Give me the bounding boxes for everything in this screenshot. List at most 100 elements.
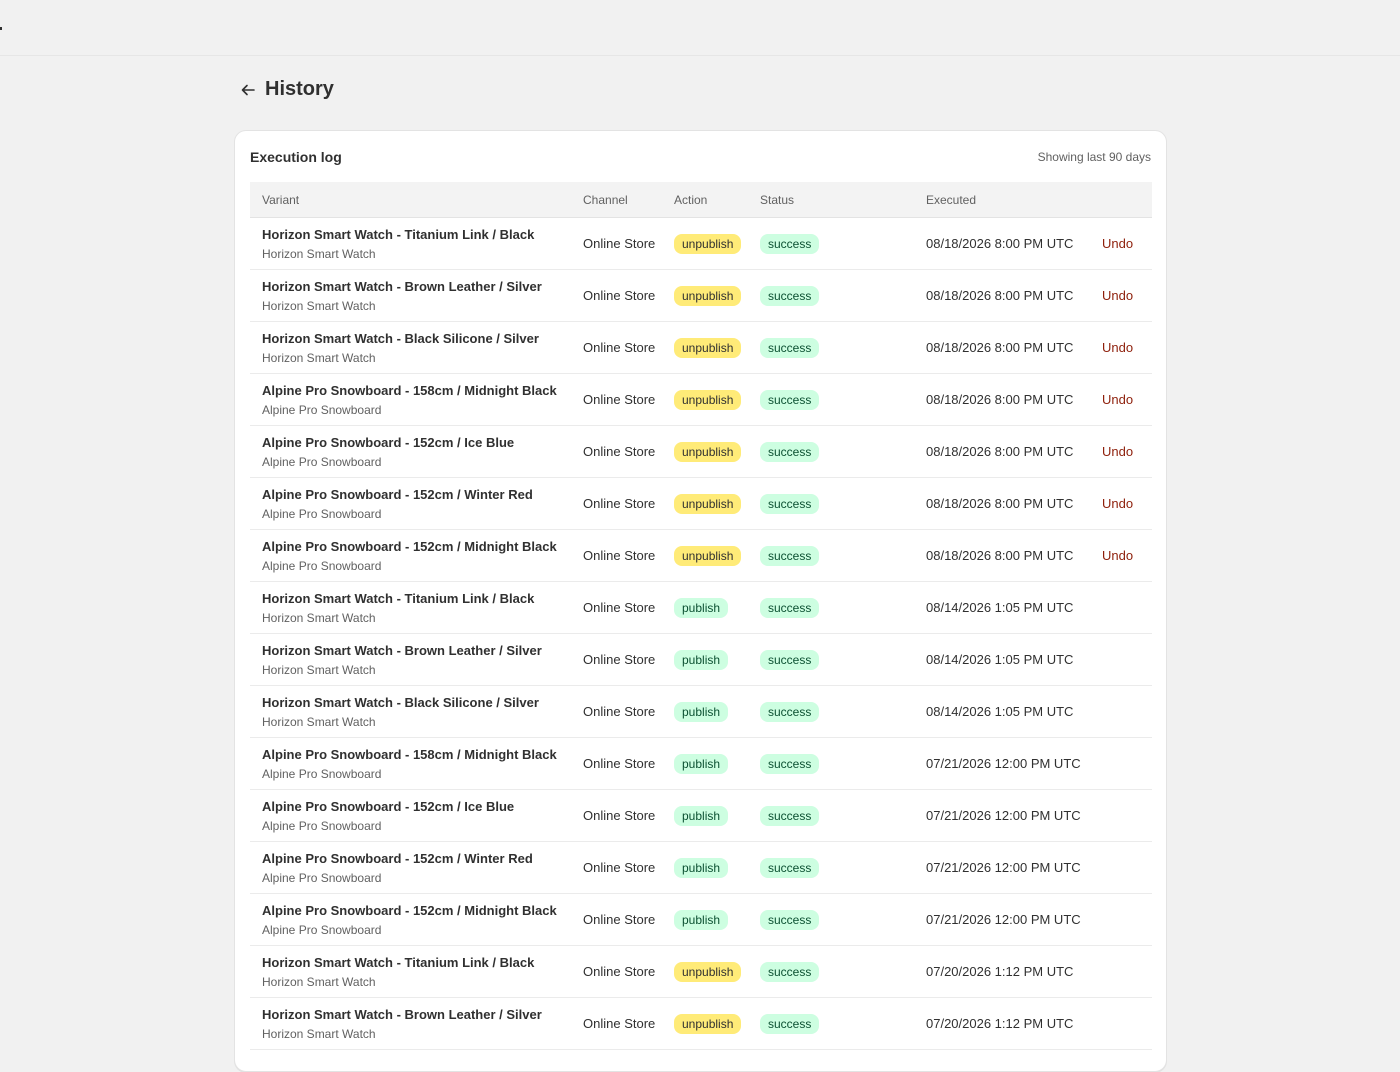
page-title: History bbox=[265, 78, 334, 100]
variant-name: Horizon Smart Watch - Titanium Link / Bl… bbox=[262, 954, 535, 970]
cell-variant: Alpine Pro Snowboard - 152cm / Winter Re… bbox=[250, 477, 583, 530]
undo-link[interactable]: Undo bbox=[1102, 496, 1133, 511]
variant-name: Horizon Smart Watch - Brown Leather / Si… bbox=[262, 1006, 542, 1022]
card-title: Execution log bbox=[250, 149, 342, 165]
cell-variant: Horizon Smart Watch - Black Silicone / S… bbox=[250, 321, 583, 374]
cell-action: publish bbox=[674, 893, 760, 946]
cell-action: unpublish bbox=[674, 217, 760, 270]
undo-link[interactable]: Undo bbox=[1102, 392, 1133, 407]
status-badge: success bbox=[760, 909, 820, 930]
variant-name: Horizon Smart Watch - Brown Leather / Si… bbox=[262, 642, 542, 658]
action-badge: publish bbox=[674, 857, 729, 878]
cell-undo: Undo bbox=[1102, 373, 1152, 426]
table-row: Horizon Smart Watch - Brown Leather / Si… bbox=[250, 633, 1152, 686]
product-name: Horizon Smart Watch bbox=[262, 246, 376, 261]
undo-link[interactable]: Undo bbox=[1102, 288, 1133, 303]
cell-status: success bbox=[760, 529, 926, 582]
cell-executed: 08/18/2026 8:00 PM UTC bbox=[926, 269, 1102, 322]
status-badge: success bbox=[760, 649, 820, 670]
cell-variant: Alpine Pro Snowboard - 152cm / Ice Blue A… bbox=[250, 425, 583, 478]
action-badge: unpublish bbox=[674, 545, 742, 566]
cell-status: success bbox=[760, 373, 926, 426]
cell-executed: 08/14/2026 1:05 PM UTC bbox=[926, 581, 1102, 634]
cell-channel: Online Store bbox=[583, 893, 674, 946]
variant-name: Alpine Pro Snowboard - 152cm / Winter Re… bbox=[262, 850, 533, 866]
variant-name: Horizon Smart Watch - Titanium Link / Bl… bbox=[262, 590, 535, 606]
cell-channel: Online Store bbox=[583, 633, 674, 686]
product-name: Alpine Pro Snowboard bbox=[262, 766, 382, 781]
cell-variant: Horizon Smart Watch - Brown Leather / Si… bbox=[250, 997, 583, 1050]
table-row: Horizon Smart Watch - Titanium Link / Bl… bbox=[250, 945, 1152, 998]
product-name: Horizon Smart Watch bbox=[262, 1026, 376, 1041]
variant-name: Horizon Smart Watch - Titanium Link / Bl… bbox=[262, 226, 535, 242]
table-row: Horizon Smart Watch - Brown Leather / Si… bbox=[250, 269, 1152, 322]
variant-name: Alpine Pro Snowboard - 152cm / Midnight … bbox=[262, 538, 557, 554]
cell-status: success bbox=[760, 425, 926, 478]
cell-executed: 07/20/2026 1:12 PM UTC bbox=[926, 997, 1102, 1050]
variant-name: Horizon Smart Watch - Black Silicone / S… bbox=[262, 694, 539, 710]
undo-link[interactable]: Undo bbox=[1102, 444, 1133, 459]
product-name: Alpine Pro Snowboard bbox=[262, 870, 382, 885]
action-badge: publish bbox=[674, 701, 729, 722]
cell-executed: 08/18/2026 8:00 PM UTC bbox=[926, 529, 1102, 582]
action-badge: unpublish bbox=[674, 441, 742, 462]
variant-name: Horizon Smart Watch - Brown Leather / Si… bbox=[262, 278, 542, 294]
cell-undo bbox=[1102, 945, 1152, 998]
cell-variant: Alpine Pro Snowboard - 158cm / Midnight … bbox=[250, 737, 583, 790]
status-badge: success bbox=[760, 857, 820, 878]
execution-log-card: Execution log Showing last 90 days Varia… bbox=[234, 130, 1167, 1072]
cell-executed: 07/20/2026 1:12 PM UTC bbox=[926, 945, 1102, 998]
cell-undo bbox=[1102, 685, 1152, 738]
cell-action: publish bbox=[674, 841, 760, 894]
product-name: Horizon Smart Watch bbox=[262, 974, 376, 989]
cell-undo bbox=[1102, 737, 1152, 790]
cell-undo: Undo bbox=[1102, 477, 1152, 530]
variant-name: Horizon Smart Watch - Black Silicone / S… bbox=[262, 330, 539, 346]
cell-status: success bbox=[760, 633, 926, 686]
product-name: Alpine Pro Snowboard bbox=[262, 506, 382, 521]
cell-variant: Alpine Pro Snowboard - 158cm / Midnight … bbox=[250, 373, 583, 426]
action-badge: unpublish bbox=[674, 493, 742, 514]
cell-channel: Online Store bbox=[583, 269, 674, 322]
cell-undo bbox=[1102, 997, 1152, 1050]
cell-channel: Online Store bbox=[583, 217, 674, 270]
action-badge: unpublish bbox=[674, 1013, 742, 1034]
status-badge: success bbox=[760, 701, 820, 722]
product-name: Alpine Pro Snowboard bbox=[262, 558, 382, 573]
cell-variant: Alpine Pro Snowboard - 152cm / Ice Blue A… bbox=[250, 789, 583, 842]
status-badge: success bbox=[760, 1013, 820, 1034]
table-row: Alpine Pro Snowboard - 152cm / Midnight … bbox=[250, 893, 1152, 946]
table-row: Horizon Smart Watch - Titanium Link / Bl… bbox=[250, 217, 1152, 270]
action-badge: publish bbox=[674, 649, 729, 670]
cell-status: success bbox=[760, 997, 926, 1050]
cell-channel: Online Store bbox=[583, 477, 674, 530]
undo-link[interactable]: Undo bbox=[1102, 236, 1133, 251]
header-status: Status bbox=[760, 182, 926, 218]
table-header-row: Variant Channel Action Status Executed bbox=[250, 182, 1152, 218]
status-badge: success bbox=[760, 233, 820, 254]
product-name: Alpine Pro Snowboard bbox=[262, 402, 382, 417]
variant-name: Alpine Pro Snowboard - 152cm / Midnight … bbox=[262, 902, 557, 918]
undo-link[interactable]: Undo bbox=[1102, 340, 1133, 355]
header-action: Action bbox=[674, 182, 760, 218]
action-badge: unpublish bbox=[674, 285, 742, 306]
top-bar bbox=[0, 0, 1400, 56]
cell-status: success bbox=[760, 269, 926, 322]
product-name: Alpine Pro Snowboard bbox=[262, 454, 382, 469]
cell-channel: Online Store bbox=[583, 737, 674, 790]
back-button[interactable] bbox=[237, 79, 259, 101]
execution-log-table: Variant Channel Action Status Executed H… bbox=[250, 182, 1152, 1050]
header-undo bbox=[1102, 182, 1152, 218]
cell-status: success bbox=[760, 945, 926, 998]
cell-undo bbox=[1102, 841, 1152, 894]
undo-link[interactable]: Undo bbox=[1102, 548, 1133, 563]
product-name: Horizon Smart Watch bbox=[262, 350, 376, 365]
table-row: Horizon Smart Watch - Brown Leather / Si… bbox=[250, 997, 1152, 1050]
action-badge: unpublish bbox=[674, 389, 742, 410]
cell-action: unpublish bbox=[674, 269, 760, 322]
cell-status: success bbox=[760, 217, 926, 270]
cell-action: publish bbox=[674, 685, 760, 738]
variant-name: Alpine Pro Snowboard - 158cm / Midnight … bbox=[262, 382, 557, 398]
cell-undo: Undo bbox=[1102, 321, 1152, 374]
cell-status: success bbox=[760, 477, 926, 530]
